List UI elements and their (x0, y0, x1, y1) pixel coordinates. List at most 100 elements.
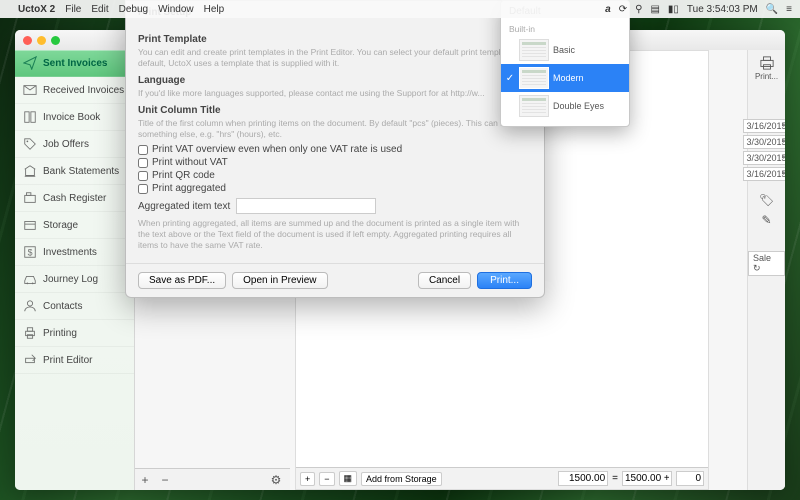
template-option-basic[interactable]: Basic (501, 36, 629, 64)
envelope-icon (23, 83, 37, 97)
sidebar-item-contacts[interactable]: Contacts (15, 293, 134, 320)
sidebar-item-sent-invoices[interactable]: Sent Invoices (15, 50, 134, 77)
menubar-clock[interactable]: Tue 3:54:03 PM (687, 4, 758, 15)
status-flag-icon[interactable]: ▤ (650, 4, 659, 15)
spotlight-icon[interactable]: 🔍 (766, 4, 778, 15)
sidebar-item-bank-statements[interactable]: Bank Statements (15, 158, 134, 185)
sidebar-item-job-offers[interactable]: Job Offers (15, 131, 134, 158)
sidebar-item-label: Cash Register (43, 193, 106, 204)
date-field[interactable]: 3/16/2015 (743, 167, 785, 181)
history-icon: ↻ (753, 263, 761, 273)
checkbox-input[interactable] (138, 145, 148, 155)
sidebar-item-label: Received Invoices (43, 85, 124, 96)
item-grid-icon[interactable]: ▦ (339, 471, 358, 486)
sidebar-item-label: Journey Log (43, 274, 98, 285)
menu-help[interactable]: Help (204, 4, 225, 15)
app-menu[interactable]: UctoX 2 (18, 4, 55, 15)
window-close-button[interactable] (23, 36, 32, 45)
checkbox-qr-code[interactable]: Print QR code (138, 170, 532, 181)
menu-extra-icon[interactable]: ≡ (786, 4, 792, 15)
save-as-pdf-button[interactable]: Save as PDF... (138, 272, 226, 289)
macos-menubar: UctoX 2 File Edit Debug Window Help a ⟳ … (0, 0, 800, 18)
date-field[interactable]: 3/16/2015 (743, 119, 785, 133)
print-setup-sheet: Print Setup Print Print Template You can… (125, 0, 545, 298)
section-language: Language (138, 75, 532, 86)
section-desc: When printing aggregated, all items are … (138, 218, 532, 251)
sidebar-item-cash-register[interactable]: Cash Register (15, 185, 134, 212)
sale-chip[interactable]: Sale ↻ (748, 251, 785, 276)
edit-printer-icon (23, 353, 37, 367)
edit-tool-icon[interactable]: ✎ (761, 213, 771, 227)
dropdown-builtin-label: Built-in (501, 19, 629, 36)
template-option-label: Basic (553, 45, 575, 55)
checkbox-input[interactable] (138, 158, 148, 168)
sidebar-item-received-invoices[interactable]: Received Invoices (15, 77, 134, 104)
dollar-icon: $ (23, 245, 37, 259)
sidebar-item-invoice-book[interactable]: Invoice Book (15, 104, 134, 131)
date-field[interactable]: 3/30/2015 (743, 135, 785, 149)
status-italic-a-icon[interactable]: a (605, 4, 611, 15)
printer-icon (758, 56, 776, 70)
sidebar-item-label: Storage (43, 220, 78, 231)
template-option-modern[interactable]: ✓ Modern (501, 64, 629, 92)
checkbox-without-vat[interactable]: Print without VAT (138, 157, 532, 168)
cancel-button[interactable]: Cancel (418, 272, 471, 289)
sidebar-item-journey-log[interactable]: Journey Log (15, 266, 134, 293)
sidebar: Sent Invoices Received Invoices Invoice … (15, 50, 135, 490)
remove-button[interactable]: − (155, 473, 175, 487)
menu-edit[interactable]: Edit (91, 4, 108, 15)
box-icon (23, 218, 37, 232)
date-fields: 3/16/2015 3/30/2015 3/30/2015 3/16/2015 (743, 119, 785, 181)
contact-icon (23, 299, 37, 313)
register-icon (23, 191, 37, 205)
add-button[interactable]: + (135, 473, 155, 487)
window-traffic-lights (23, 36, 60, 45)
checkbox-aggregated[interactable]: Print aggregated (138, 183, 532, 194)
status-wifi-icon[interactable]: ⚲ (635, 4, 642, 15)
aggregated-text-label: Aggregated item text (138, 201, 230, 212)
sidebar-item-storage[interactable]: Storage (15, 212, 134, 239)
checkbox-vat-overview[interactable]: Print VAT overview even when only one VA… (138, 144, 532, 155)
template-option-label: Modern (553, 73, 584, 83)
print-button[interactable]: Print... (477, 272, 532, 289)
menu-file[interactable]: File (65, 4, 81, 15)
equals-label: = (612, 473, 618, 484)
aggregated-text-input[interactable] (236, 198, 376, 214)
window-zoom-button[interactable] (51, 36, 60, 45)
window-minimize-button[interactable] (37, 36, 46, 45)
sidebar-item-printing[interactable]: Printing (15, 320, 134, 347)
tag-icon (23, 137, 37, 151)
amount-input-1[interactable] (558, 471, 608, 486)
status-sync-icon[interactable]: ⟳ (619, 4, 627, 15)
template-option-label: Double Eyes (553, 101, 604, 111)
template-option-double-eyes[interactable]: Double Eyes (501, 92, 629, 120)
sidebar-item-label: Contacts (43, 301, 82, 312)
item-remove-button[interactable]: − (319, 472, 334, 486)
svg-text:$: $ (28, 248, 33, 258)
sidebar-item-investments[interactable]: $ Investments (15, 239, 134, 266)
open-in-preview-button[interactable]: Open in Preview (232, 272, 327, 289)
menu-debug[interactable]: Debug (119, 4, 148, 15)
amount-input-3[interactable] (676, 471, 704, 486)
sidebar-item-label: Sent Invoices (43, 58, 107, 69)
tag-tool-icon[interactable]: 🏷 (759, 193, 774, 207)
sidebar-item-print-editor[interactable]: Print Editor (15, 347, 134, 374)
car-icon (23, 272, 37, 286)
item-add-button[interactable]: + (300, 472, 315, 486)
section-print-template: Print Template (138, 34, 532, 45)
gear-icon[interactable]: ⚙ (266, 473, 286, 487)
print-toolbar-button[interactable]: Print... (753, 50, 780, 87)
amount-input-2[interactable] (622, 471, 672, 486)
sidebar-item-label: Printing (43, 328, 77, 339)
menu-window[interactable]: Window (158, 4, 194, 15)
right-rail: Print... 3/16/2015 3/30/2015 3/30/2015 3… (747, 50, 785, 490)
sidebar-item-label: Job Offers (43, 139, 89, 150)
add-from-storage-button[interactable]: Add from Storage (361, 472, 442, 486)
sidebar-item-label: Bank Statements (43, 166, 119, 177)
checkbox-input[interactable] (138, 171, 148, 181)
sidebar-item-label: Invoice Book (43, 112, 100, 123)
status-battery-icon[interactable]: ▮▯ (668, 4, 679, 15)
sidebar-item-label: Print Editor (43, 355, 92, 366)
checkbox-input[interactable] (138, 184, 148, 194)
date-field[interactable]: 3/30/2015 (743, 151, 785, 165)
